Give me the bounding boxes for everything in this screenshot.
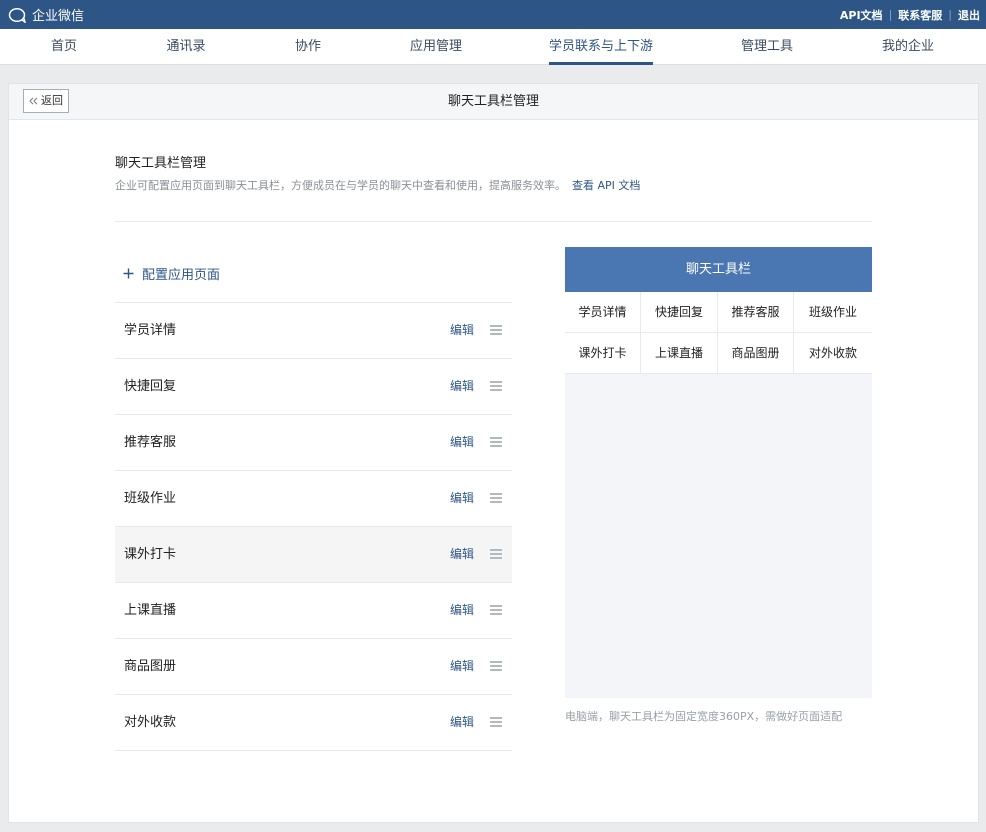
description-text: 企业可配置应用页面到聊天工具栏，方便成员在与学员的聊天中查看和使用，提高服务效率… — [115, 179, 566, 192]
list-item: 商品图册 编辑 — [115, 639, 512, 695]
preview-item: 上课直播 — [641, 333, 718, 374]
item-label: 课外打卡 — [124, 547, 177, 562]
main-nav: 首页 通讯录 协作 应用管理 学员联系与上下游 管理工具 我的企业 — [0, 29, 986, 65]
contact-support-link[interactable]: 联系客服 — [898, 7, 942, 23]
drag-handle-icon[interactable] — [490, 493, 502, 503]
edit-button[interactable]: 编辑 — [450, 303, 474, 358]
drag-handle-icon[interactable] — [490, 325, 502, 335]
drag-handle-icon[interactable] — [490, 717, 502, 727]
preview-item: 学员详情 — [565, 292, 641, 333]
list-item: 学员详情 编辑 — [115, 303, 512, 359]
link-separator: | — [948, 8, 952, 21]
preview-item: 快捷回复 — [641, 292, 718, 333]
item-label: 上课直播 — [124, 603, 177, 618]
drag-handle-icon[interactable] — [490, 437, 502, 447]
nav-item-my-enterprise[interactable]: 我的企业 — [882, 29, 934, 65]
edit-button[interactable]: 编辑 — [450, 415, 474, 470]
edit-button[interactable]: 编辑 — [450, 527, 474, 582]
section-title: 聊天工具栏管理 — [115, 156, 207, 171]
api-docs-link[interactable]: API文档 — [840, 7, 883, 23]
nav-item-student-contacts[interactable]: 学员联系与上下游 — [548, 29, 654, 65]
page-title: 聊天工具栏管理 — [447, 94, 539, 109]
preview-item: 班级作业 — [794, 292, 872, 333]
edit-button[interactable]: 编辑 — [450, 639, 474, 694]
preview-item: 商品图册 — [718, 333, 794, 374]
preview-title: 聊天工具栏 — [565, 247, 872, 292]
plus-icon — [123, 268, 134, 279]
edit-button[interactable]: 编辑 — [450, 695, 474, 750]
list-item: 对外收款 编辑 — [115, 695, 512, 751]
edit-button[interactable]: 编辑 — [450, 359, 474, 414]
logo-text: 企业微信 — [32, 9, 85, 24]
chat-toolbar-preview: 聊天工具栏 学员详情 快捷回复 推荐客服 班级作业 课外打卡 上课直播 商品图册… — [565, 247, 872, 698]
drag-handle-icon[interactable] — [490, 381, 502, 391]
main-card: 返回 聊天工具栏管理 聊天工具栏管理 企业可配置应用页面到聊天工具栏，方便成员在… — [8, 83, 979, 823]
logout-link[interactable]: 退出 — [958, 7, 980, 23]
list-item: 快捷回复 编辑 — [115, 359, 512, 415]
top-links: API文档 | 联系客服 | 退出 — [840, 0, 980, 29]
wecom-logo[interactable]: 企业微信 — [8, 5, 84, 24]
section-description: 企业可配置应用页面到聊天工具栏，方便成员在与学员的聊天中查看和使用，提高服务效率… — [115, 177, 640, 193]
add-app-page-label: 配置应用页面 — [142, 268, 221, 283]
toolbar-config-list: 学员详情 编辑 快捷回复 编辑 推荐客服 编辑 班级作业 编辑 课外打卡 编辑 … — [115, 302, 512, 751]
view-api-docs-link[interactable]: 查看 API 文档 — [572, 179, 640, 192]
list-item: 班级作业 编辑 — [115, 471, 512, 527]
preview-item: 对外收款 — [794, 333, 872, 374]
nav-item-contacts[interactable]: 通讯录 — [166, 29, 205, 65]
list-item-hovered: 课外打卡 编辑 — [115, 527, 512, 583]
list-item: 推荐客服 编辑 — [115, 415, 512, 471]
drag-handle-icon[interactable] — [490, 549, 502, 559]
link-separator: | — [888, 8, 893, 21]
card-header: 返回 聊天工具栏管理 — [9, 84, 978, 120]
edit-button[interactable]: 编辑 — [450, 583, 474, 638]
item-label: 推荐客服 — [124, 435, 177, 450]
item-label: 商品图册 — [124, 659, 177, 674]
nav-item-home[interactable]: 首页 — [51, 29, 77, 65]
preview-grid: 学员详情 快捷回复 推荐客服 班级作业 课外打卡 上课直播 商品图册 对外收款 — [565, 292, 872, 374]
drag-handle-icon[interactable] — [490, 605, 502, 615]
drag-handle-icon[interactable] — [490, 661, 502, 671]
preview-item: 推荐客服 — [718, 292, 794, 333]
preview-item: 课外打卡 — [565, 333, 641, 374]
chat-bubble-icon — [8, 7, 26, 23]
list-item: 上课直播 编辑 — [115, 583, 512, 639]
nav-item-app-management[interactable]: 应用管理 — [410, 29, 462, 65]
preview-footnote: 电脑端，聊天工具栏为固定宽度360PX，需做好页面适配 — [565, 710, 843, 723]
top-bar: 企业微信 API文档 | 联系客服 | 退出 — [0, 0, 986, 29]
divider — [115, 221, 872, 222]
item-label: 学员详情 — [124, 323, 177, 338]
item-label: 班级作业 — [124, 491, 177, 506]
item-label: 快捷回复 — [124, 379, 177, 394]
item-label: 对外收款 — [124, 715, 177, 730]
nav-item-collaboration[interactable]: 协作 — [295, 29, 321, 65]
add-app-page-button[interactable]: 配置应用页面 — [123, 264, 220, 283]
edit-button[interactable]: 编辑 — [450, 471, 474, 526]
nav-item-management-tools[interactable]: 管理工具 — [741, 29, 793, 65]
